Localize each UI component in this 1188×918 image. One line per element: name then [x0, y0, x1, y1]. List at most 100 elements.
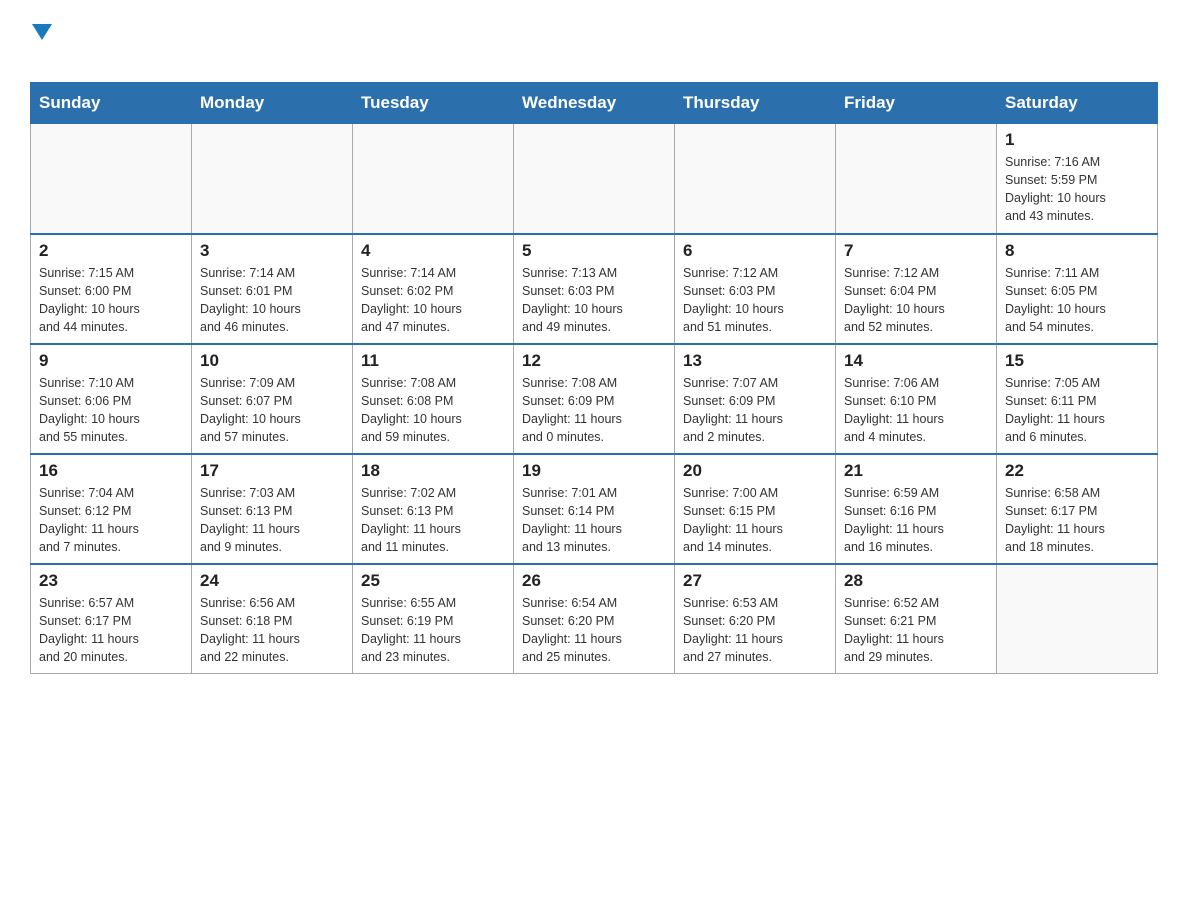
day-info: Sunrise: 7:14 AMSunset: 6:02 PMDaylight:… — [361, 264, 505, 337]
calendar-week-row: 2 Sunrise: 7:15 AMSunset: 6:00 PMDaylight… — [31, 234, 1158, 344]
calendar-cell: 19 Sunrise: 7:01 AMSunset: 6:14 PMDayligh… — [514, 454, 675, 564]
day-number: 24 — [200, 571, 344, 591]
calendar-cell: 16 Sunrise: 7:04 AMSunset: 6:12 PMDayligh… — [31, 454, 192, 564]
calendar-cell: 22Sunrise: 6:58 AMSunset: 6:17 PMDayligh… — [997, 454, 1158, 564]
weekday-header-row: SundayMondayTuesdayWednesdayThursdayFrid… — [31, 83, 1158, 124]
day-info: Sunrise: 7:06 AMSunset: 6:10 PMDaylight:… — [844, 374, 988, 447]
calendar-cell: 4 Sunrise: 7:14 AMSunset: 6:02 PMDaylight… — [353, 234, 514, 344]
day-info: Sunrise: 7:01 AMSunset: 6:14 PMDaylight:… — [522, 484, 666, 557]
day-info: Sunrise: 7:16 AMSunset: 5:59 PMDaylight:… — [1005, 153, 1149, 226]
calendar-cell — [675, 124, 836, 234]
calendar-cell: 6 Sunrise: 7:12 AMSunset: 6:03 PMDaylight… — [675, 234, 836, 344]
day-number: 4 — [361, 241, 505, 261]
calendar-cell: 5Sunrise: 7:13 AMSunset: 6:03 PMDaylight… — [514, 234, 675, 344]
day-number: 3 — [200, 241, 344, 261]
calendar-cell: 8 Sunrise: 7:11 AMSunset: 6:05 PMDaylight… — [997, 234, 1158, 344]
day-number: 8 — [1005, 241, 1149, 261]
calendar-cell: 12 Sunrise: 7:08 AMSunset: 6:09 PMDayligh… — [514, 344, 675, 454]
calendar-cell: 25 Sunrise: 6:55 AMSunset: 6:19 PMDayligh… — [353, 564, 514, 674]
logo — [30, 20, 52, 72]
day-number: 22 — [1005, 461, 1149, 481]
calendar-cell — [353, 124, 514, 234]
calendar-cell: 9Sunrise: 7:10 AMSunset: 6:06 PMDaylight… — [31, 344, 192, 454]
calendar-cell — [514, 124, 675, 234]
day-info: Sunrise: 7:08 AMSunset: 6:08 PMDaylight:… — [361, 374, 505, 447]
day-info: Sunrise: 7:08 AMSunset: 6:09 PMDaylight:… — [522, 374, 666, 447]
day-info: Sunrise: 6:56 AMSunset: 6:18 PMDaylight:… — [200, 594, 344, 667]
day-number: 15 — [1005, 351, 1149, 371]
weekday-header-monday: Monday — [192, 83, 353, 124]
header — [30, 20, 1158, 72]
logo-arrow-icon — [32, 24, 52, 40]
day-number: 7 — [844, 241, 988, 261]
day-number: 9 — [39, 351, 183, 371]
day-info: Sunrise: 7:05 AMSunset: 6:11 PMDaylight:… — [1005, 374, 1149, 447]
day-info: Sunrise: 6:52 AMSunset: 6:21 PMDaylight:… — [844, 594, 988, 667]
day-info: Sunrise: 7:00 AMSunset: 6:15 PMDaylight:… — [683, 484, 827, 557]
day-info: Sunrise: 7:12 AMSunset: 6:03 PMDaylight:… — [683, 264, 827, 337]
day-number: 14 — [844, 351, 988, 371]
day-number: 2 — [39, 241, 183, 261]
calendar-cell: 24 Sunrise: 6:56 AMSunset: 6:18 PMDayligh… — [192, 564, 353, 674]
day-info: Sunrise: 6:55 AMSunset: 6:19 PMDaylight:… — [361, 594, 505, 667]
calendar-cell: 27Sunrise: 6:53 AMSunset: 6:20 PMDayligh… — [675, 564, 836, 674]
weekday-header-sunday: Sunday — [31, 83, 192, 124]
calendar-cell: 14 Sunrise: 7:06 AMSunset: 6:10 PMDayligh… — [836, 344, 997, 454]
calendar-cell: 7 Sunrise: 7:12 AMSunset: 6:04 PMDaylight… — [836, 234, 997, 344]
day-number: 12 — [522, 351, 666, 371]
day-info: Sunrise: 6:54 AMSunset: 6:20 PMDaylight:… — [522, 594, 666, 667]
calendar-cell: 3 Sunrise: 7:14 AMSunset: 6:01 PMDaylight… — [192, 234, 353, 344]
day-info: Sunrise: 7:04 AMSunset: 6:12 PMDaylight:… — [39, 484, 183, 557]
day-number: 16 — [39, 461, 183, 481]
calendar-cell: 17 Sunrise: 7:03 AMSunset: 6:13 PMDayligh… — [192, 454, 353, 564]
calendar-cell: 23 Sunrise: 6:57 AMSunset: 6:17 PMDayligh… — [31, 564, 192, 674]
day-info: Sunrise: 6:59 AMSunset: 6:16 PMDaylight:… — [844, 484, 988, 557]
day-number: 17 — [200, 461, 344, 481]
day-info: Sunrise: 7:15 AMSunset: 6:00 PMDaylight:… — [39, 264, 183, 337]
weekday-header-friday: Friday — [836, 83, 997, 124]
day-number: 28 — [844, 571, 988, 591]
day-number: 25 — [361, 571, 505, 591]
day-info: Sunrise: 7:02 AMSunset: 6:13 PMDaylight:… — [361, 484, 505, 557]
day-number: 20 — [683, 461, 827, 481]
calendar-cell: 26 Sunrise: 6:54 AMSunset: 6:20 PMDayligh… — [514, 564, 675, 674]
calendar-cell — [192, 124, 353, 234]
day-number: 11 — [361, 351, 505, 371]
calendar-cell: 20 Sunrise: 7:00 AMSunset: 6:15 PMDayligh… — [675, 454, 836, 564]
calendar-cell: 15 Sunrise: 7:05 AMSunset: 6:11 PMDayligh… — [997, 344, 1158, 454]
weekday-header-saturday: Saturday — [997, 83, 1158, 124]
day-number: 23 — [39, 571, 183, 591]
calendar-week-row: 23 Sunrise: 6:57 AMSunset: 6:17 PMDayligh… — [31, 564, 1158, 674]
calendar-table: SundayMondayTuesdayWednesdayThursdayFrid… — [30, 82, 1158, 674]
day-number: 10 — [200, 351, 344, 371]
calendar-cell: 13 Sunrise: 7:07 AMSunset: 6:09 PMDayligh… — [675, 344, 836, 454]
calendar-cell: 28 Sunrise: 6:52 AMSunset: 6:21 PMDayligh… — [836, 564, 997, 674]
day-number: 1 — [1005, 130, 1149, 150]
day-info: Sunrise: 7:14 AMSunset: 6:01 PMDaylight:… — [200, 264, 344, 337]
weekday-header-tuesday: Tuesday — [353, 83, 514, 124]
day-number: 21 — [844, 461, 988, 481]
day-number: 26 — [522, 571, 666, 591]
calendar-cell: 10Sunrise: 7:09 AMSunset: 6:07 PMDayligh… — [192, 344, 353, 454]
weekday-header-thursday: Thursday — [675, 83, 836, 124]
calendar-week-row: 1 Sunrise: 7:16 AMSunset: 5:59 PMDaylight… — [31, 124, 1158, 234]
calendar-week-row: 9Sunrise: 7:10 AMSunset: 6:06 PMDaylight… — [31, 344, 1158, 454]
calendar-cell: 18 Sunrise: 7:02 AMSunset: 6:13 PMDayligh… — [353, 454, 514, 564]
day-number: 27 — [683, 571, 827, 591]
day-number: 19 — [522, 461, 666, 481]
calendar-cell: 1 Sunrise: 7:16 AMSunset: 5:59 PMDaylight… — [997, 124, 1158, 234]
day-number: 13 — [683, 351, 827, 371]
day-info: Sunrise: 7:11 AMSunset: 6:05 PMDaylight:… — [1005, 264, 1149, 337]
day-number: 18 — [361, 461, 505, 481]
calendar-cell: 11 Sunrise: 7:08 AMSunset: 6:08 PMDayligh… — [353, 344, 514, 454]
day-number: 6 — [683, 241, 827, 261]
calendar-cell — [31, 124, 192, 234]
day-number: 5 — [522, 241, 666, 261]
weekday-header-wednesday: Wednesday — [514, 83, 675, 124]
day-info: Sunrise: 7:12 AMSunset: 6:04 PMDaylight:… — [844, 264, 988, 337]
day-info: Sunrise: 7:07 AMSunset: 6:09 PMDaylight:… — [683, 374, 827, 447]
calendar-cell — [836, 124, 997, 234]
calendar-cell: 2 Sunrise: 7:15 AMSunset: 6:00 PMDaylight… — [31, 234, 192, 344]
day-info: Sunrise: 7:03 AMSunset: 6:13 PMDaylight:… — [200, 484, 344, 557]
day-info: Sunrise: 6:57 AMSunset: 6:17 PMDaylight:… — [39, 594, 183, 667]
